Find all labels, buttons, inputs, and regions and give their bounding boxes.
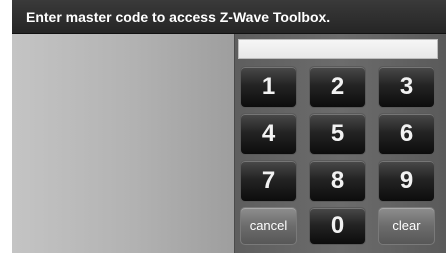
key-3-button[interactable]: 3 [378, 66, 435, 108]
key-0-button[interactable]: 0 [309, 207, 366, 245]
key-1-button[interactable]: 1 [240, 66, 297, 108]
clear-button[interactable]: clear [378, 207, 435, 245]
key-6-button[interactable]: 6 [378, 113, 435, 155]
cancel-button[interactable]: cancel [240, 207, 297, 245]
key-8-button[interactable]: 8 [309, 160, 366, 202]
master-code-screen: Enter master code to access Z-Wave Toolb… [0, 0, 446, 253]
key-4-button[interactable]: 4 [240, 113, 297, 155]
key-2-button[interactable]: 2 [309, 66, 366, 108]
key-9-button[interactable]: 9 [378, 160, 435, 202]
title-bar: Enter master code to access Z-Wave Toolb… [12, 0, 446, 34]
left-panel [12, 34, 234, 253]
master-code-field[interactable] [238, 39, 438, 59]
prompt-text: Enter master code to access Z-Wave Toolb… [26, 9, 331, 25]
key-5-button[interactable]: 5 [309, 113, 366, 155]
key-7-button[interactable]: 7 [240, 160, 297, 202]
